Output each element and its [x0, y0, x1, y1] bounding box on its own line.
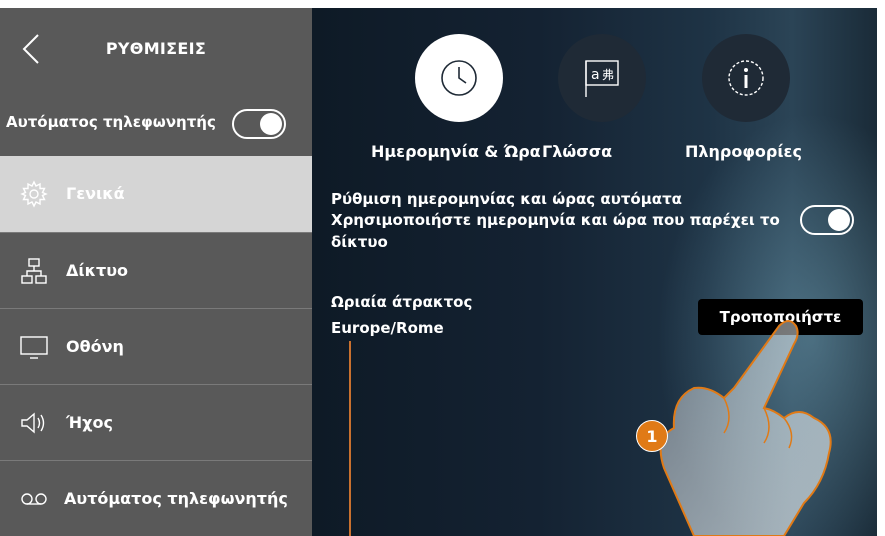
- gear-icon: [20, 180, 48, 208]
- timezone-label: Ωριαία άτρακτος: [331, 293, 473, 311]
- toggle-knob: [260, 113, 282, 135]
- sidebar-header: ΡΥΘΜΙΣΕΙΣ: [0, 8, 312, 90]
- toggle-knob: [828, 209, 850, 231]
- answering-machine-toggle[interactable]: [232, 109, 286, 139]
- scroll-indicator: [349, 341, 351, 536]
- timezone-value: Europe/Rome: [331, 319, 444, 337]
- tab-language[interactable]: a 弗 Γλώσσα: [542, 34, 658, 164]
- tab-label: Ημερομηνία & Ώρα: [371, 142, 541, 161]
- sidebar-item-display[interactable]: Οθόνη: [0, 308, 312, 384]
- network-icon: [21, 258, 47, 284]
- pointing-hand-icon: [659, 320, 832, 536]
- monitor-icon: [20, 336, 48, 359]
- app-frame: ΡΥΘΜΙΣΕΙΣ Αυτόματος τηλεφωνητής Γενικά Δ…: [0, 8, 877, 536]
- tab-label: Γλώσσα: [542, 142, 613, 161]
- sidebar-item-label: Γενικά: [66, 184, 125, 203]
- sidebar-title: ΡΥΘΜΙΣΕΙΣ: [105, 39, 207, 58]
- tab-label: Πληροφορίες: [685, 142, 802, 161]
- step-number-badge: 1: [636, 420, 668, 452]
- sidebar-item-answering-machine[interactable]: Αυτόματος τηλεφωνητής: [0, 460, 312, 536]
- sidebar-item-sound[interactable]: Ήχος: [0, 384, 312, 460]
- tab-circle: a 弗: [558, 34, 646, 122]
- svg-text:a: a: [591, 67, 600, 83]
- svg-text:弗: 弗: [602, 68, 614, 82]
- main-panel: Ημερομηνία & Ώρα a 弗 Γλώσσα Πληροφορίες …: [312, 8, 877, 536]
- answering-machine-label: Αυτόματος τηλεφωνητής: [6, 113, 216, 131]
- tab-date-time[interactable]: Ημερομηνία & Ώρα: [371, 34, 553, 164]
- sidebar-item-label: Οθόνη: [66, 337, 124, 356]
- answering-machine-row: Αυτόματος τηλεφωνητής: [0, 90, 312, 156]
- tab-info[interactable]: Πληροφορίες: [685, 34, 802, 164]
- sidebar-item-network[interactable]: Δίκτυο: [0, 232, 312, 308]
- speaker-icon: [21, 412, 45, 434]
- sidebar: ΡΥΘΜΙΣΕΙΣ Αυτόματος τηλεφωνητής Γενικά Δ…: [0, 8, 312, 536]
- auto-datetime-toggle[interactable]: [800, 205, 854, 235]
- voicemail-icon: [21, 493, 47, 505]
- sidebar-item-label: Ήχος: [66, 413, 113, 432]
- sidebar-item-label: Αυτόματος τηλεφωνητής: [64, 489, 288, 508]
- clock-icon: [441, 60, 477, 96]
- tab-circle: [702, 34, 790, 122]
- sidebar-item-general[interactable]: Γενικά: [0, 156, 312, 232]
- sidebar-item-label: Δίκτυο: [66, 261, 128, 280]
- info-icon: [728, 60, 764, 96]
- auto-datetime-description: Χρησιμοποιήστε ημερομηνία και ώρα που πα…: [331, 211, 780, 251]
- auto-datetime-title: Ρύθμιση ημερομηνίας και ώρας αυτόματα: [331, 190, 682, 208]
- language-flag-icon: a 弗: [585, 60, 619, 97]
- tab-circle: [415, 34, 503, 122]
